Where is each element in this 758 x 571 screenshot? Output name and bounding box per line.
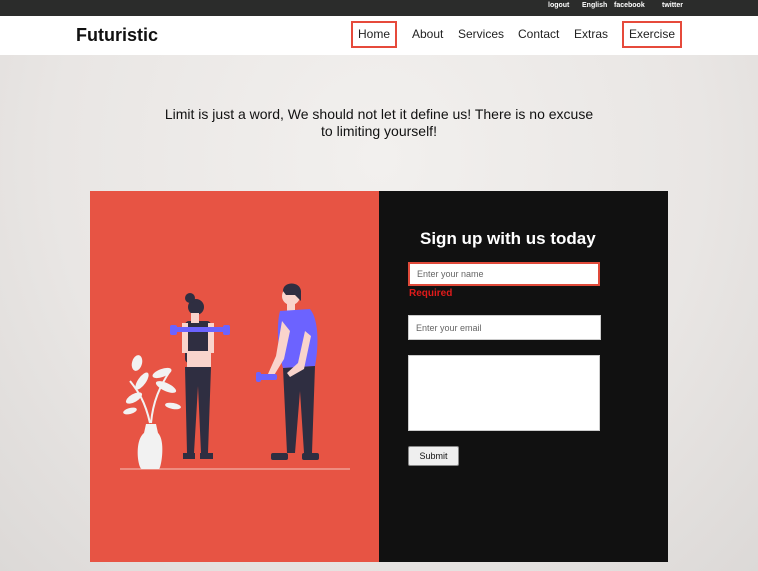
top-utility-bar: logout English facebook twitter — [0, 0, 758, 16]
nav-home[interactable]: Home — [358, 27, 390, 41]
woman-figure-icon — [170, 293, 230, 459]
brand-logo[interactable]: Futuristic — [76, 25, 158, 46]
motivational-quote: Limit is just a word, We should not let … — [164, 106, 594, 139]
signup-title: Sign up with us today — [420, 229, 596, 248]
nav-extras[interactable]: Extras — [574, 27, 608, 41]
nav-services[interactable]: Services — [458, 27, 504, 41]
nav-contact[interactable]: Contact — [518, 27, 559, 41]
nav-exercise[interactable]: Exercise — [629, 27, 675, 41]
nav-about[interactable]: About — [412, 27, 443, 41]
language-link[interactable]: English — [582, 2, 607, 9]
submit-button[interactable]: Submit — [408, 446, 459, 466]
email-input[interactable] — [408, 315, 601, 340]
twitter-link[interactable]: twitter — [662, 2, 683, 9]
main-navbar: Futuristic Home About Services Contact E… — [0, 16, 758, 55]
man-figure-icon — [256, 283, 319, 460]
name-required-error: Required — [409, 288, 453, 299]
workout-illustration — [120, 283, 350, 470]
logout-link[interactable]: logout — [548, 2, 569, 9]
plant-vase-icon — [123, 355, 181, 469]
name-input[interactable] — [408, 262, 600, 286]
message-textarea[interactable] — [408, 355, 600, 431]
facebook-link[interactable]: facebook — [614, 2, 645, 9]
